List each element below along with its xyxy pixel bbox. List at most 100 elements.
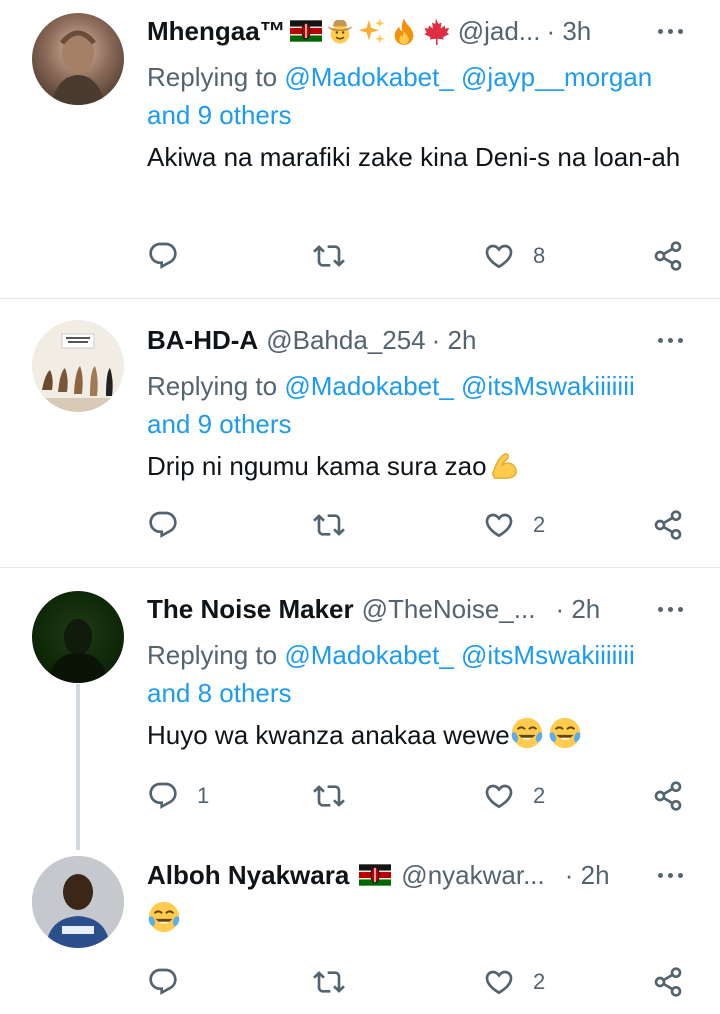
tweet-header: Mhengaa™ @jad... · 3h bbox=[147, 14, 690, 48]
avatar-portrait-image bbox=[52, 30, 104, 105]
reply-button[interactable] bbox=[147, 507, 197, 543]
like-count: 2 bbox=[533, 783, 546, 808]
sparkles-emoji bbox=[358, 17, 386, 45]
like-count: 2 bbox=[533, 512, 546, 537]
share-button[interactable] bbox=[652, 507, 684, 543]
tears-of-joy-emoji bbox=[548, 716, 582, 750]
timestamp[interactable]: · 2h bbox=[432, 325, 477, 356]
replying-to-label: Replying to bbox=[147, 62, 278, 92]
handle[interactable]: @TheNoise_... bbox=[362, 594, 536, 625]
tweet-actions: 2 bbox=[147, 964, 692, 1000]
tweet-4[interactable]: Alboh Nyakwara @nyakwar... · 2h 2 bbox=[0, 838, 720, 1014]
kenya-flag-emoji bbox=[359, 863, 391, 887]
fire-emoji bbox=[390, 17, 418, 45]
retweet-icon bbox=[313, 509, 345, 541]
reply-icon bbox=[147, 966, 179, 998]
like-icon bbox=[483, 780, 515, 812]
replying-to: Replying to @Madokabet_ @itsMswakiiiiiii… bbox=[147, 367, 680, 443]
kenya-flag-emoji bbox=[290, 19, 322, 43]
retweet-icon bbox=[313, 966, 345, 998]
handle[interactable]: @nyakwar... bbox=[401, 860, 544, 891]
more-icon[interactable] bbox=[650, 858, 690, 892]
tweet-actions: 8 bbox=[147, 238, 692, 274]
reply-button[interactable]: 1 bbox=[147, 778, 209, 814]
timestamp[interactable]: · 2h bbox=[555, 594, 600, 625]
tweet-header: Alboh Nyakwara @nyakwar... · 2h bbox=[147, 858, 690, 892]
handle[interactable]: @Bahda_254 bbox=[266, 325, 425, 356]
like-count: 8 bbox=[533, 243, 546, 268]
like-count: 2 bbox=[533, 969, 546, 994]
more-icon[interactable] bbox=[650, 14, 690, 48]
avatar[interactable] bbox=[32, 320, 124, 412]
tweet-header: BA-HD-A @Bahda_254 · 2h bbox=[147, 323, 690, 357]
like-icon bbox=[483, 509, 515, 541]
timestamp[interactable]: · 2h bbox=[565, 860, 610, 891]
like-button[interactable]: 2 bbox=[483, 507, 545, 543]
display-name[interactable]: Alboh Nyakwara bbox=[147, 860, 349, 891]
replying-to-label: Replying to bbox=[147, 371, 278, 401]
display-name[interactable]: The Noise Maker bbox=[147, 594, 354, 625]
name-emojis bbox=[290, 17, 450, 45]
share-icon bbox=[652, 966, 684, 998]
tweet-2[interactable]: BA-HD-A @Bahda_254 · 2h Replying to @Mad… bbox=[0, 299, 720, 567]
like-button[interactable]: 2 bbox=[483, 778, 545, 814]
reply-count: 1 bbox=[197, 783, 210, 808]
handle[interactable]: @jad... bbox=[458, 16, 541, 47]
tweet-text: Akiwa na marafiki zake kina Deni-s na lo… bbox=[147, 142, 681, 172]
avatar-hooded-person-image bbox=[48, 619, 108, 683]
flexed-biceps-emoji bbox=[487, 447, 521, 481]
replying-to-users[interactable]: @Madokabet_ @jayp__morgan bbox=[284, 62, 652, 92]
replying-to-users[interactable]: @Madokabet_ @itsMswakiiiiiii bbox=[284, 640, 634, 670]
share-icon bbox=[652, 780, 684, 812]
reply-icon bbox=[147, 509, 179, 541]
share-button[interactable] bbox=[652, 778, 684, 814]
display-name[interactable]: BA-HD-A bbox=[147, 325, 258, 356]
display-name[interactable]: Mhengaa™ bbox=[147, 16, 286, 47]
reply-icon bbox=[147, 780, 179, 812]
retweet-button[interactable] bbox=[313, 507, 363, 543]
avatar[interactable] bbox=[32, 856, 124, 948]
timestamp[interactable]: · 3h bbox=[546, 16, 591, 47]
tears-of-joy-emoji bbox=[147, 900, 181, 934]
retweet-button[interactable] bbox=[313, 964, 363, 1000]
more-icon[interactable] bbox=[650, 592, 690, 626]
retweet-icon bbox=[313, 780, 345, 812]
like-button[interactable]: 8 bbox=[483, 238, 545, 274]
tweet-text-row: Drip ni ngumu kama sura zao bbox=[147, 447, 684, 485]
more-icon[interactable] bbox=[650, 323, 690, 357]
like-button[interactable]: 2 bbox=[483, 964, 545, 1000]
cowboy-emoji bbox=[326, 17, 354, 45]
reply-button[interactable] bbox=[147, 964, 197, 1000]
retweet-button[interactable] bbox=[313, 778, 363, 814]
maple-leaf-emoji bbox=[422, 17, 450, 45]
replying-to-others[interactable]: and 9 others bbox=[147, 409, 292, 439]
tweet-text-row: Huyo wa kwanza anakaa wewe bbox=[147, 716, 684, 754]
retweet-icon bbox=[313, 240, 345, 272]
reply-button[interactable] bbox=[147, 238, 197, 274]
reply-icon bbox=[147, 240, 179, 272]
retweet-button[interactable] bbox=[313, 238, 363, 274]
share-button[interactable] bbox=[652, 964, 684, 1000]
tweet-text: Huyo wa kwanza anakaa wewe bbox=[147, 720, 510, 750]
tweet-text-row bbox=[147, 900, 684, 938]
replying-to-others[interactable]: and 8 others bbox=[147, 678, 292, 708]
like-icon bbox=[483, 966, 515, 998]
name-emojis bbox=[359, 863, 391, 887]
like-icon bbox=[483, 240, 515, 272]
tears-of-joy-emoji bbox=[510, 716, 544, 750]
replying-to-users[interactable]: @Madokabet_ @itsMswakiiiiiii bbox=[284, 371, 634, 401]
tweet-3[interactable]: The Noise Maker @TheNoise_... · 2h Reply… bbox=[0, 568, 720, 838]
avatar[interactable] bbox=[32, 591, 124, 683]
replying-to-others[interactable]: and 9 others bbox=[147, 100, 292, 130]
share-button[interactable] bbox=[652, 238, 684, 274]
avatar[interactable] bbox=[32, 13, 124, 105]
avatar-evolution-image bbox=[32, 333, 124, 412]
share-icon bbox=[652, 509, 684, 541]
replying-to: Replying to @Madokabet_ @jayp__morgan an… bbox=[147, 58, 680, 134]
replying-to-label: Replying to bbox=[147, 640, 278, 670]
tweet-header: The Noise Maker @TheNoise_... · 2h bbox=[147, 592, 690, 626]
tweet-1[interactable]: Mhengaa™ @jad... · 3h Replying to @Madok… bbox=[0, 0, 720, 298]
tweet-actions: 2 bbox=[147, 507, 692, 543]
tweet-text: Drip ni ngumu kama sura zao bbox=[147, 451, 487, 481]
tweet-actions: 1 2 bbox=[147, 778, 692, 814]
